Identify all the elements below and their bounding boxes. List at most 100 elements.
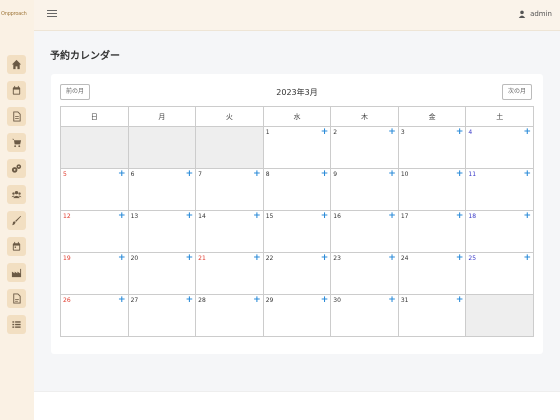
week-row: 12 +13 +14 +15 +16 +17 +18 + [60,210,534,253]
day-cell[interactable]: 8 + [262,168,332,211]
add-reservation-button[interactable]: + [321,212,329,221]
day-number: 15 [265,213,274,220]
day-cell[interactable]: 18 + [465,210,534,253]
sidebar-item-home[interactable] [7,55,26,74]
add-reservation-button[interactable]: + [456,254,464,263]
day-cell[interactable]: 27 + [127,294,197,337]
empty-day-cell [195,126,264,169]
add-reservation-button[interactable]: + [186,296,194,305]
add-reservation-button[interactable]: + [118,254,126,263]
day-number: 11 [468,171,477,178]
day-number: 30 [333,297,341,304]
sidebar-item-calendar-alt[interactable] [7,237,26,256]
add-reservation-button[interactable]: + [523,170,531,179]
add-reservation-button[interactable]: + [118,170,126,179]
day-cell[interactable]: 24 + [397,252,467,295]
day-cell[interactable]: 7 + [195,168,264,211]
day-number: 17 [400,213,409,220]
day-number: 13 [130,213,139,220]
add-reservation-button[interactable]: + [523,254,531,263]
add-reservation-button[interactable]: + [186,254,194,263]
add-reservation-button[interactable]: + [456,170,464,179]
day-cell[interactable]: 23 + [330,252,399,295]
day-cell[interactable]: 16 + [330,210,399,253]
day-cell[interactable]: 3 + [397,126,467,169]
month-title: 2023年3月 [276,88,318,97]
sidebar-item-report[interactable] [7,289,26,308]
calendar-alt-icon [12,241,21,251]
add-reservation-button[interactable]: + [456,128,464,137]
day-cell[interactable]: 31 + [397,294,467,337]
calendar-body: 1 +2 +3 +4 +5 +6 +7 +8 +9 +10 +11 +12 +13 +14 +15 +16 +1… [60,126,534,337]
day-cell[interactable]: 9 + [330,168,399,211]
sidebar-item-list[interactable] [7,315,26,334]
app-logo[interactable]: Onpproach [1,11,27,17]
sidebar-item-settings-group[interactable] [7,159,26,178]
weekday-header: 土 [465,106,534,127]
add-reservation-button[interactable]: + [523,128,531,137]
day-cell[interactable]: 2 + [330,126,399,169]
day-cell[interactable]: 21 + [195,252,264,295]
week-row: 26 +27 +28 +29 +30 +31 + [60,294,534,337]
sidebar-item-cart[interactable] [7,133,26,152]
day-cell[interactable]: 30 + [330,294,399,337]
day-cell[interactable]: 4 + [465,126,534,169]
day-number: 4 [468,129,473,136]
add-reservation-button[interactable]: + [253,170,261,179]
add-reservation-button[interactable]: + [388,128,396,137]
menu-toggle-icon[interactable] [47,10,57,20]
day-cell[interactable]: 10 + [397,168,467,211]
day-number: 28 [198,297,206,304]
add-reservation-button[interactable]: + [186,170,194,179]
add-reservation-button[interactable]: + [321,296,329,305]
add-reservation-button[interactable]: + [388,296,396,305]
day-cell[interactable]: 1 + [262,126,332,169]
day-cell[interactable]: 28 + [195,294,264,337]
day-cell[interactable]: 26 + [60,294,129,337]
add-reservation-button[interactable]: + [456,212,464,221]
next-month-button[interactable]: 次の月 [501,84,532,100]
add-reservation-button[interactable]: + [253,212,261,221]
weekday-header: 日 [60,106,129,127]
day-cell[interactable]: 29 + [262,294,332,337]
add-reservation-button[interactable]: + [253,254,261,263]
day-cell[interactable]: 17 + [397,210,467,253]
sidebar: Onpproach [0,0,34,420]
empty-day-cell [60,126,129,169]
day-cell[interactable]: 5 + [60,168,129,211]
add-reservation-button[interactable]: + [321,254,329,263]
day-cell[interactable]: 15 + [262,210,332,253]
user-menu[interactable]: admin [518,10,552,18]
sidebar-item-brush[interactable] [7,211,26,230]
add-reservation-button[interactable]: + [253,296,261,305]
add-reservation-button[interactable]: + [523,212,531,221]
day-cell[interactable]: 20 + [127,252,197,295]
add-reservation-button[interactable]: + [388,212,396,221]
day-cell[interactable]: 13 + [127,210,197,253]
day-cell[interactable]: 22 + [262,252,332,295]
day-cell[interactable]: 11 + [465,168,534,211]
day-number: 25 [468,255,477,262]
add-reservation-button[interactable]: + [388,170,396,179]
brush-icon [11,215,22,226]
add-reservation-button[interactable]: + [321,128,329,137]
day-cell[interactable]: 25 + [465,252,534,295]
day-cell[interactable]: 14 + [195,210,264,253]
sidebar-item-users[interactable] [7,185,26,204]
calendar-icon [12,85,21,95]
day-number: 20 [130,255,139,262]
day-number: 9 [333,171,338,178]
sidebar-item-document[interactable] [7,107,26,126]
sidebar-item-calendar[interactable] [7,81,26,100]
add-reservation-button[interactable]: + [186,212,194,221]
sidebar-item-factory[interactable] [7,263,26,282]
add-reservation-button[interactable]: + [388,254,396,263]
add-reservation-button[interactable]: + [118,296,126,305]
add-reservation-button[interactable]: + [321,170,329,179]
day-cell[interactable]: 19 + [60,252,129,295]
day-number: 21 [198,255,206,262]
add-reservation-button[interactable]: + [456,296,464,305]
day-cell[interactable]: 12 + [60,210,129,253]
add-reservation-button[interactable]: + [118,212,126,221]
day-cell[interactable]: 6 + [127,168,197,211]
